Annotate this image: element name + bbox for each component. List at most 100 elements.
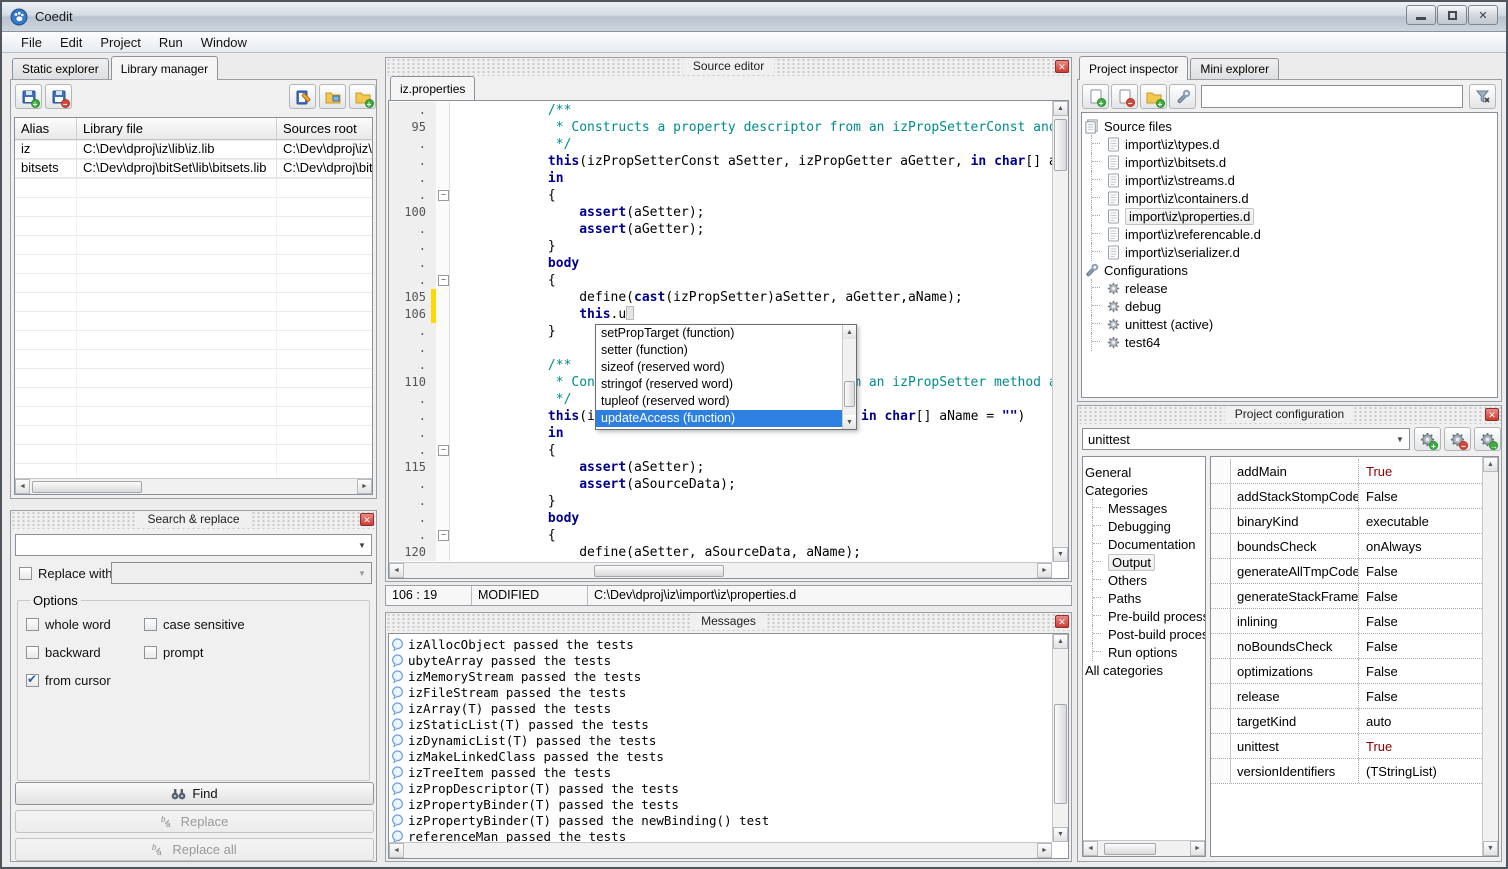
- menu-item-window[interactable]: Window: [192, 33, 256, 52]
- config-add-button[interactable]: +: [1414, 427, 1441, 451]
- replace-with-checkbox-box[interactable]: [19, 567, 32, 580]
- replace-term-combo[interactable]: ▼: [111, 562, 372, 584]
- property-row-generateAllTmpCode[interactable]: generateAllTmpCodeFalse: [1211, 559, 1482, 584]
- config-remove-button[interactable]: −: [1444, 427, 1471, 451]
- category-documentation[interactable]: Documentation: [1085, 535, 1205, 553]
- tab-library-manager[interactable]: Library manager: [111, 56, 218, 80]
- library-remove-button[interactable]: −: [45, 84, 72, 109]
- completion-item[interactable]: updateAccess (function): [596, 410, 842, 427]
- message-item[interactable]: izMemoryStream passed the tests: [389, 668, 1052, 684]
- property-value[interactable]: False: [1359, 559, 1482, 583]
- property-row-versionIdentifiers[interactable]: versionIdentifiers(TStringList): [1211, 759, 1482, 784]
- category-paths[interactable]: Paths: [1085, 589, 1205, 607]
- editor-tab-iz-properties[interactable]: iz.properties: [390, 76, 475, 100]
- tab-static-explorer[interactable]: Static explorer: [12, 58, 109, 80]
- fold-icon[interactable]: [436, 187, 450, 204]
- library-column-header[interactable]: Library file: [77, 118, 277, 139]
- replace-all-button[interactable]: ba Replace all: [15, 838, 374, 861]
- property-value[interactable]: executable: [1359, 509, 1482, 533]
- property-row-addStackStompCode[interactable]: addStackStompCodeFalse: [1211, 484, 1482, 509]
- option-prompt[interactable]: prompt: [144, 645, 361, 660]
- messages-vscrollbar[interactable]: ▲ ▼: [1052, 634, 1068, 842]
- editor-vscrollbar[interactable]: ▲ ▼: [1052, 101, 1068, 562]
- category-messages[interactable]: Messages: [1085, 499, 1205, 517]
- property-value[interactable]: False: [1359, 659, 1482, 683]
- property-row-optimizations[interactable]: optimizationsFalse: [1211, 659, 1482, 684]
- file-remove-button[interactable]: −: [1111, 84, 1138, 109]
- property-value[interactable]: False: [1359, 684, 1482, 708]
- completion-item[interactable]: stringof (reserved word): [596, 376, 842, 393]
- property-value[interactable]: False: [1359, 584, 1482, 608]
- configuration-combo[interactable]: unittest ▼: [1082, 428, 1410, 450]
- property-grid-vscrollbar[interactable]: ▲ ▼: [1482, 457, 1498, 856]
- library-edit-button[interactable]: [289, 84, 316, 109]
- tree-item-import-iz-types-d[interactable]: import\iz\types.d: [1084, 135, 1495, 153]
- tree-item-import-iz-serializer-d[interactable]: import\iz\serializer.d: [1084, 243, 1495, 261]
- option-case-sensitive[interactable]: case sensitive: [144, 617, 361, 632]
- property-value[interactable]: True: [1359, 459, 1482, 483]
- tree-item-release[interactable]: release: [1084, 279, 1495, 297]
- tree-item-import-iz-referencable-d[interactable]: import\iz\referencable.d: [1084, 225, 1495, 243]
- menu-item-file[interactable]: File: [12, 33, 51, 52]
- library-from-project-button[interactable]: [319, 84, 346, 109]
- category-general[interactable]: General: [1085, 463, 1205, 481]
- property-value[interactable]: False: [1359, 609, 1482, 633]
- tree-item-source-files[interactable]: Source files: [1084, 117, 1495, 135]
- property-value[interactable]: onAlways: [1359, 534, 1482, 558]
- replace-with-checkbox[interactable]: Replace with: [19, 566, 112, 581]
- source-editor-close-icon[interactable]: ✕: [1055, 60, 1069, 73]
- message-item[interactable]: izArray(T) passed the tests: [389, 700, 1052, 716]
- file-add-button[interactable]: +: [1082, 84, 1109, 109]
- tree-item-import-iz-streams-d[interactable]: import\iz\streams.d: [1084, 171, 1495, 189]
- option-from-cursor[interactable]: from cursor: [26, 673, 144, 688]
- message-item[interactable]: izTreeItem passed the tests: [389, 764, 1052, 780]
- messages-hscrollbar[interactable]: ◄ ►: [389, 842, 1052, 858]
- property-value[interactable]: (TStringList): [1359, 759, 1482, 783]
- inspector-filter-input[interactable]: [1201, 85, 1463, 108]
- library-column-header[interactable]: Alias: [15, 118, 77, 139]
- checkbox-icon[interactable]: [26, 646, 39, 659]
- tree-item-test64[interactable]: test64: [1084, 333, 1495, 351]
- property-row-boundsCheck[interactable]: boundsCheckonAlways: [1211, 534, 1482, 559]
- property-row-inlining[interactable]: inliningFalse: [1211, 609, 1482, 634]
- editor-hscrollbar[interactable]: ◄ ►: [389, 562, 1052, 578]
- checkbox-icon[interactable]: [26, 618, 39, 631]
- search-replace-close-icon[interactable]: ✕: [360, 513, 374, 526]
- completion-item[interactable]: setPropTarget (function): [596, 325, 842, 342]
- message-item[interactable]: izFileStream passed the tests: [389, 684, 1052, 700]
- restore-button[interactable]: [1437, 5, 1467, 25]
- message-item[interactable]: izPropertyBinder(T) passed the newBindin…: [389, 812, 1052, 828]
- category-debugging[interactable]: Debugging: [1085, 517, 1205, 535]
- property-row-binaryKind[interactable]: binaryKindexecutable: [1211, 509, 1482, 534]
- checkbox-icon[interactable]: [144, 618, 157, 631]
- property-row-noBoundsCheck[interactable]: noBoundsCheckFalse: [1211, 634, 1482, 659]
- menu-item-project[interactable]: Project: [91, 33, 149, 52]
- tree-item-configurations[interactable]: Configurations: [1084, 261, 1495, 279]
- option-backward[interactable]: backward: [26, 645, 144, 660]
- property-row-targetKind[interactable]: targetKindauto: [1211, 709, 1482, 734]
- table-row[interactable]: izC:\Dev\dproj\iz\lib\iz.libC:\Dev\dproj…: [15, 140, 372, 159]
- message-item[interactable]: izDynamicList(T) passed the tests: [389, 732, 1052, 748]
- option-whole-word[interactable]: whole word: [26, 617, 144, 632]
- property-value[interactable]: True: [1359, 734, 1482, 758]
- project-settings-button[interactable]: [1169, 84, 1196, 109]
- chevron-down-icon[interactable]: ▼: [1391, 429, 1409, 449]
- table-row[interactable]: bitsetsC:\Dev\dproj\bitSet\lib\bitsets.l…: [15, 159, 372, 178]
- tree-item-import-iz-bitsets-d[interactable]: import\iz\bitsets.d: [1084, 153, 1495, 171]
- category-run-options[interactable]: Run options: [1085, 643, 1205, 661]
- completion-item[interactable]: sizeof (reserved word): [596, 359, 842, 376]
- property-row-unittest[interactable]: unittestTrue: [1211, 734, 1482, 759]
- menu-item-edit[interactable]: Edit: [51, 33, 91, 52]
- config-run-button[interactable]: →: [1474, 427, 1501, 451]
- property-value[interactable]: False: [1359, 634, 1482, 658]
- folder-add-button[interactable]: +: [1140, 84, 1167, 109]
- tree-item-import-iz-containers-d[interactable]: import\iz\containers.d: [1084, 189, 1495, 207]
- checkbox-icon[interactable]: [144, 646, 157, 659]
- message-item[interactable]: izMakeLinkedClass passed the tests: [389, 748, 1052, 764]
- property-value[interactable]: False: [1359, 484, 1482, 508]
- categories-hscrollbar[interactable]: ◄ ►: [1083, 840, 1205, 856]
- search-term-combo[interactable]: ▼: [15, 534, 372, 556]
- fold-icon[interactable]: [436, 527, 450, 544]
- property-row-release[interactable]: releaseFalse: [1211, 684, 1482, 709]
- messages-close-icon[interactable]: ✕: [1055, 615, 1069, 628]
